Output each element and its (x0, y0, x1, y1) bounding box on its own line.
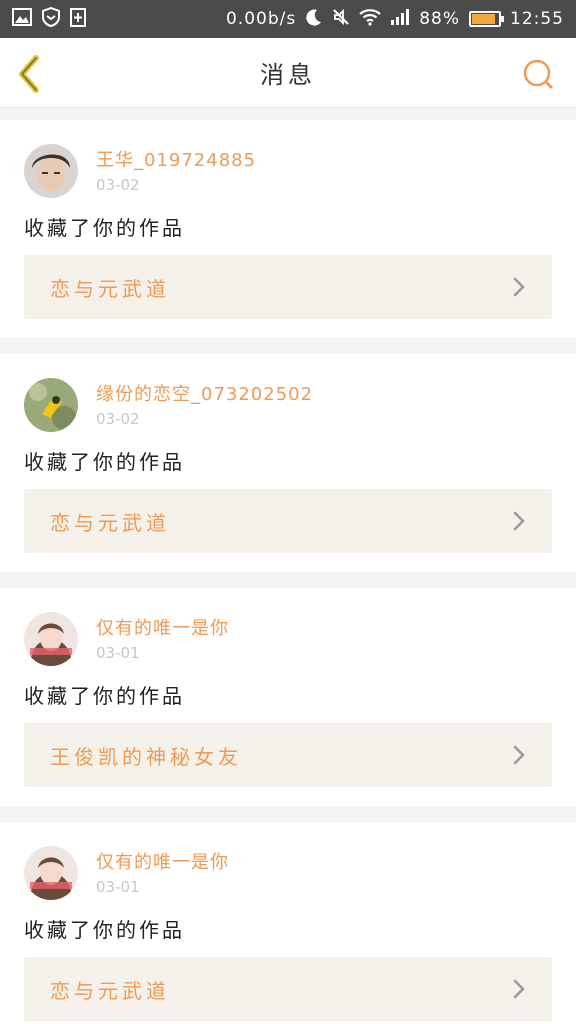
gallery-icon (12, 7, 32, 31)
work-link[interactable]: 恋与元武道 (24, 957, 552, 1021)
search-button[interactable] (520, 56, 556, 92)
action-text: 收藏了你的作品 (24, 450, 185, 474)
shield-icon (42, 6, 60, 32)
notification-card: 缘份的恋空_073202502 03-02 收藏了你的作品 恋与元武道 (0, 354, 576, 572)
chevron-left-icon (19, 55, 39, 93)
work-title: 恋与元武道 (50, 510, 170, 535)
action-text: 收藏了你的作品 (24, 918, 185, 942)
avatar[interactable] (24, 378, 78, 432)
page-title: 消息 (260, 61, 316, 89)
work-link[interactable]: 恋与元武道 (24, 255, 552, 319)
work-link[interactable]: 王俊凯的神秘女友 (24, 723, 552, 787)
back-button[interactable] (14, 54, 50, 94)
work-title: 恋与元武道 (50, 978, 170, 1003)
date: 03-02 (96, 176, 140, 194)
action-text: 收藏了你的作品 (24, 216, 185, 240)
notification-list: 王华_019724885 03-02 收藏了你的作品 恋与元武道 缘份的恋空_0… (0, 108, 576, 1024)
avatar[interactable] (24, 846, 78, 900)
action-text: 收藏了你的作品 (24, 684, 185, 708)
search-icon (523, 59, 553, 89)
notification-card: 王华_019724885 03-02 收藏了你的作品 恋与元武道 (0, 120, 576, 338)
work-title: 恋与元武道 (50, 276, 170, 301)
work-title: 王俊凯的神秘女友 (50, 744, 242, 769)
username[interactable]: 缘份的恋空_073202502 (96, 380, 313, 406)
username[interactable]: 仅有的唯一是你 (96, 848, 229, 874)
mute-icon (332, 8, 350, 31)
moon-icon (305, 8, 323, 31)
battery-icon (469, 11, 504, 27)
signal-icon (390, 8, 410, 31)
battery-fill (472, 14, 495, 24)
avatar[interactable] (24, 144, 78, 198)
sim-plus-icon (70, 7, 86, 32)
network-speed: 0.00b/s (225, 9, 297, 29)
avatar[interactable] (24, 612, 78, 666)
notification-card: 仅有的唯一是你 03-01 收藏了你的作品 王俊凯的神秘女友 (0, 588, 576, 806)
app-header: 消息 (0, 38, 576, 108)
work-link[interactable]: 恋与元武道 (24, 489, 552, 553)
clock: 12:55 (510, 9, 564, 29)
chevron-right-icon (513, 511, 525, 531)
chevron-right-icon (513, 745, 525, 765)
chevron-right-icon (513, 277, 525, 297)
username[interactable]: 王华_019724885 (96, 146, 256, 172)
date: 03-01 (96, 878, 140, 896)
date: 03-02 (96, 410, 140, 428)
chevron-right-icon (513, 979, 525, 999)
username[interactable]: 仅有的唯一是你 (96, 614, 229, 640)
date: 03-01 (96, 644, 140, 662)
status-bar: 0.00b/s 88% 12:55 (0, 0, 576, 38)
battery-percent: 88% (419, 9, 460, 29)
wifi-icon (359, 8, 381, 31)
notification-card: 仅有的唯一是你 03-01 收藏了你的作品 恋与元武道 (0, 822, 576, 1024)
